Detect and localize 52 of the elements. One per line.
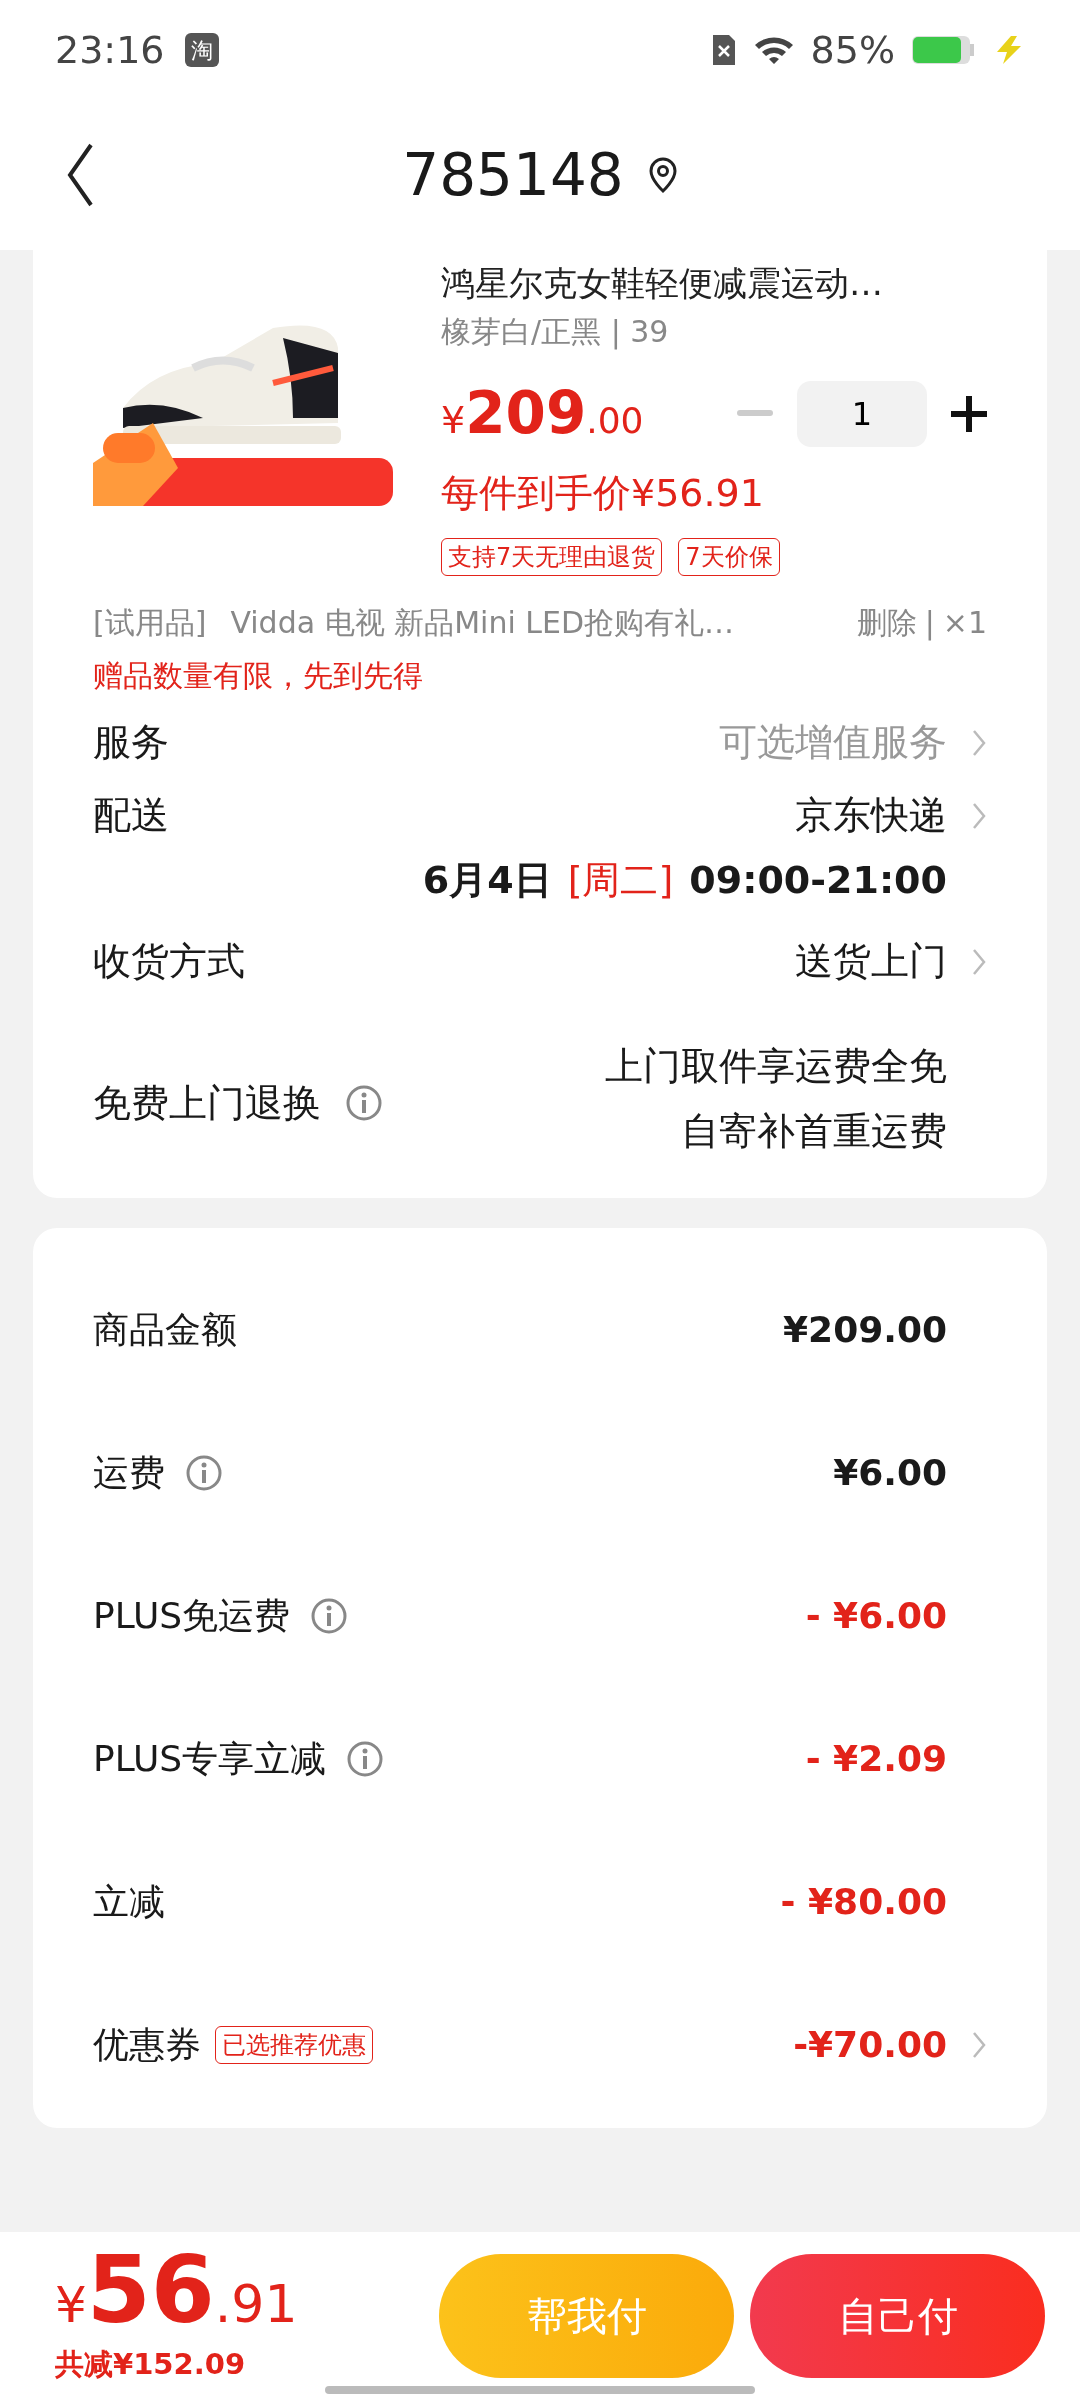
row-value[interactable]: 送货上门 (795, 933, 947, 990)
service-tag: 支持7天无理由退货 (441, 538, 663, 576)
fee-label: 优惠券 (93, 2022, 201, 2067)
fee-value: ¥209.00 (783, 1307, 947, 1352)
info-icon[interactable] (185, 1453, 223, 1492)
row-value[interactable]: 可选增值服务 (719, 714, 947, 771)
delete-link[interactable]: 删除 (856, 600, 917, 645)
coupon-tag: 已选推荐优惠 (215, 2025, 373, 2064)
fee-value: -¥70.00 (793, 2022, 947, 2067)
clock-text: 23:16 (55, 26, 165, 74)
fee-value: - ¥2.09 (805, 1736, 947, 1781)
product-title: 鸿星尔克女鞋轻便减震运动… (441, 262, 884, 305)
plus-icon[interactable] (951, 395, 987, 432)
fee-value: - ¥6.00 (805, 1593, 947, 1638)
battery-percentage: 85% (810, 26, 895, 74)
app-notification-icon: 淘 (184, 33, 219, 67)
location-pin-icon (647, 157, 678, 193)
price-text: ¥209.00 (441, 378, 644, 449)
pay-button[interactable]: 自己付 (750, 2254, 1045, 2378)
row-label: 免费上门退换 (93, 1079, 321, 1127)
sim-icon (710, 33, 737, 67)
savings-text: 共减¥152.09 (55, 2346, 247, 2384)
total-price: ¥56.91 (55, 2245, 298, 2344)
row-label: 配送 (93, 792, 169, 839)
row-value[interactable]: 京东快递 (795, 787, 947, 844)
row-value: 自寄补首重运费 (680, 1108, 947, 1155)
info-icon[interactable] (310, 1596, 349, 1635)
fee-label: PLUS免运费 (93, 1593, 291, 1638)
info-icon[interactable] (345, 1084, 383, 1122)
fee-label: PLUS专享立减 (93, 1736, 327, 1781)
fee-label: 商品金额 (93, 1307, 237, 1352)
divider-text: | (924, 604, 935, 643)
fee-value: - ¥80.00 (780, 1879, 947, 1924)
gift-note: 赠品数量有限，先到先得 (93, 657, 424, 695)
gift-label: [试用品] (93, 604, 207, 642)
quantity-field[interactable]: 1 (797, 380, 927, 447)
per-item-price: 每件到手价¥56.91 (441, 470, 765, 517)
fee-value: ¥6.00 (833, 1450, 947, 1495)
fee-label: 立减 (93, 1879, 165, 1924)
delivery-time: 6月4日 [周二] 09:00-21:00 (421, 857, 948, 904)
page-title: 785148 (402, 139, 624, 211)
variant-text: 橡芽白/正黑 | 39 (441, 313, 669, 352)
gift-quantity: ×1 (942, 604, 987, 642)
battery-icon (911, 34, 975, 66)
fee-label: 运费 (93, 1450, 165, 1495)
row-label: 服务 (93, 719, 169, 766)
info-icon[interactable] (346, 1739, 385, 1778)
row-label: 收货方式 (93, 938, 245, 985)
gift-name: Vidda 电视 新品Mini LED抢购有礼… (230, 604, 735, 642)
back-icon[interactable] (65, 142, 95, 208)
service-tag: 7天价保 (678, 538, 780, 576)
row-value: 上门取件享运费全免 (605, 1043, 947, 1090)
